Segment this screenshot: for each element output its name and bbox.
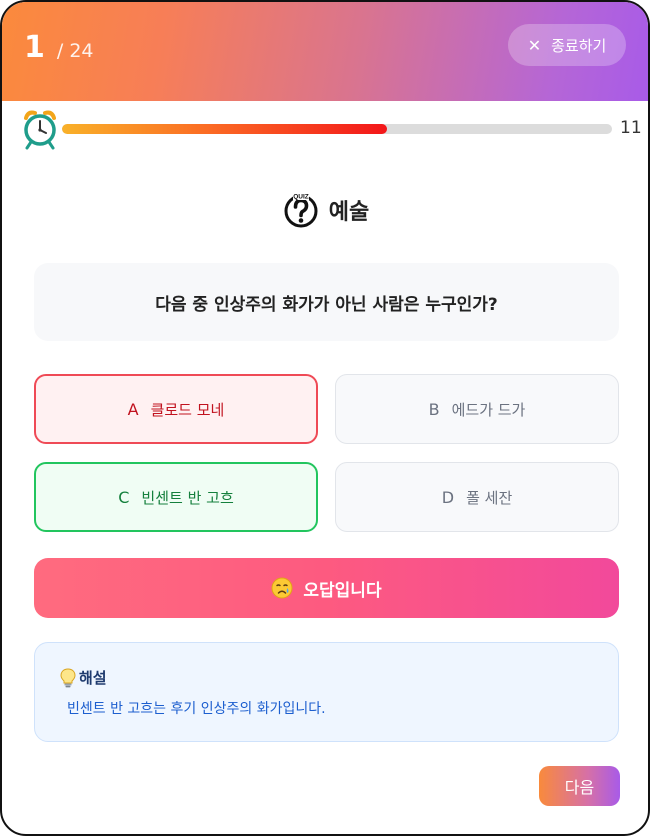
answer-option-d[interactable]: D 폴 세잔: [335, 462, 619, 532]
answer-option-b[interactable]: B 에드가 드가: [335, 374, 619, 444]
time-progress-fill: [62, 124, 387, 134]
answer-option-c[interactable]: C 빈센트 반 고흐: [34, 462, 318, 532]
explanation-header: 해설: [59, 667, 618, 688]
quiz-question-icon: QUIZ: [284, 192, 318, 228]
option-text: 클로드 모네: [150, 400, 225, 419]
explanation-box: 해설 빈센트 반 고흐는 후기 인상주의 화가입니다.: [34, 642, 619, 742]
answer-option-a[interactable]: A 클로드 모네: [34, 374, 318, 444]
time-remaining: 11: [620, 118, 642, 138]
exit-button[interactable]: ✕ 종료하기: [508, 24, 626, 66]
category-label: 예술: [328, 200, 370, 225]
current-question-number: 1: [24, 30, 45, 65]
option-letter: B: [428, 399, 440, 419]
question-counter: 1 / 24: [24, 30, 94, 65]
close-icon: ✕: [527, 35, 542, 55]
alarm-clock-icon: [24, 110, 56, 150]
quiz-icon-text: QUIZ: [293, 194, 309, 201]
result-banner: 오답입니다: [34, 558, 619, 618]
exit-button-label: 종료하기: [551, 36, 607, 55]
result-label: 오답입니다: [303, 580, 382, 601]
explanation-title: 해설: [79, 669, 107, 687]
explanation-text: 빈센트 반 고흐는 후기 인상주의 화가입니다.: [67, 701, 326, 717]
quiz-screen: 1 / 24 ✕ 종료하기 11 QUIZ 예술 다음 중 인상주의 화가가 아…: [0, 0, 650, 836]
lightbulb-icon: [60, 667, 76, 687]
question-text: 다음 중 인상주의 화가가 아닌 사람은 누구인가?: [34, 263, 619, 341]
option-text: 빈센트 반 고흐: [141, 488, 234, 507]
option-text: 에드가 드가: [451, 400, 526, 419]
quiz-header: 1 / 24 ✕ 종료하기: [2, 2, 648, 101]
total-questions: / 24: [56, 40, 94, 62]
option-letter: A: [127, 399, 139, 419]
quiz-category: QUIZ 예술: [2, 190, 648, 230]
crying-face-icon: [271, 577, 293, 599]
option-letter: C: [118, 487, 130, 507]
next-button[interactable]: 다음: [539, 766, 620, 806]
option-letter: D: [441, 487, 455, 507]
time-progress-bar: [62, 124, 612, 134]
timer-row: 11: [22, 108, 642, 150]
option-text: 폴 세잔: [466, 488, 513, 507]
